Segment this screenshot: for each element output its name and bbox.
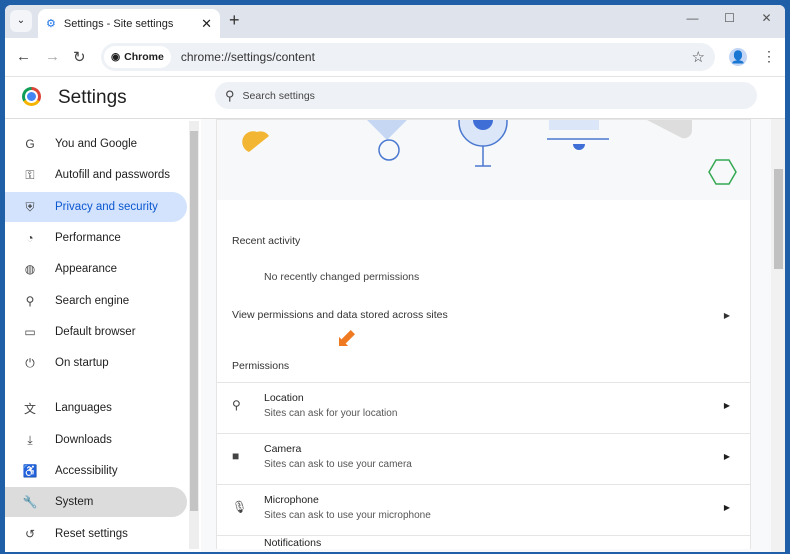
maximize-button[interactable]: ☐ (711, 11, 748, 25)
permission-row-microphone[interactable]: 🎙 Microphone Sites can ask to use your mic… (217, 484, 750, 535)
permission-title: Microphone (264, 494, 319, 506)
new-tab-button[interactable]: + (229, 10, 240, 31)
arrow-right-icon: ▶ (723, 503, 730, 512)
arrow-right-icon: ▶ (723, 452, 730, 461)
bookmark-star-icon[interactable]: ☆ (692, 48, 705, 66)
site-info-chip[interactable]: ◉ Chrome (104, 46, 171, 68)
sidebar-item-you-and-google[interactable]: G You and Google (5, 129, 187, 159)
settings-header: Settings ⚲ Search settings (5, 77, 785, 119)
sidebar-item-label: Autofill and passwords (55, 169, 171, 181)
sidebar-item-label: Appearance (55, 263, 118, 275)
permission-title: Camera (264, 443, 302, 455)
sidebar-item-privacy-and-security[interactable]: ⛨ Privacy and security (5, 192, 187, 222)
site-settings-card: Recent activity No recently changed perm… (216, 97, 751, 549)
sidebar-item-label: Reset settings (55, 528, 128, 540)
sidebar-icon: ↺ (24, 527, 36, 541)
view-permissions-label: View permissions and data stored across … (232, 309, 448, 321)
sidebar-item-label: You and Google (55, 138, 138, 150)
chrome-logo (22, 87, 41, 106)
search-placeholder: Search settings (242, 89, 315, 102)
gear-icon: ⚙ (46, 18, 56, 30)
arrow-right-icon: ▶ (723, 311, 730, 320)
permission-row-location[interactable]: ⚲ Location Sites can ask for your location… (217, 382, 750, 433)
sidebar-item-on-startup[interactable]: ⏻ On startup (5, 348, 187, 378)
close-tab-icon[interactable]: ✕ (201, 16, 212, 32)
sidebar-item-label: Privacy and security (55, 201, 158, 213)
sidebar-icon: ⏻ (25, 355, 35, 370)
address-bar[interactable]: ◉ Chrome chrome://settings/content ☆ (101, 43, 715, 71)
permission-title: Location (264, 392, 304, 404)
sidebar-item-languages[interactable]: 文 Languages (5, 393, 187, 423)
microphone-icon: 🎙 (232, 500, 248, 514)
main-content: Recent activity No recently changed perm… (201, 97, 785, 552)
sidebar-item-label: Default browser (55, 326, 136, 338)
search-icon: ⚲ (225, 87, 235, 103)
chrome-icon: ◉ (111, 51, 121, 63)
profile-avatar[interactable]: 👤 (729, 48, 747, 66)
main-scrollbar[interactable] (771, 119, 785, 552)
sidebar-icon: ▭ (24, 325, 36, 339)
no-recent-text: No recently changed permissions (264, 271, 420, 283)
sidebar-item-label: Performance (55, 232, 121, 244)
browser-window: ⌄ ⚙ Settings - Site settings ✕ + — ☐ ✕ ←… (5, 5, 785, 552)
menu-icon[interactable]: ⋮ (762, 48, 776, 65)
sidebar-icon: 🔧 (22, 495, 38, 509)
sidebar-icon: 文 (23, 401, 36, 416)
camera-icon: ■ (232, 449, 240, 463)
sidebar-item-appearance[interactable]: ◍ Appearance (5, 254, 187, 284)
sidebar-icon: ◔ (26, 231, 34, 245)
sidebar-item-label: Languages (55, 402, 112, 414)
back-button[interactable]: ← (16, 48, 31, 65)
tab-title: Settings - Site settings (63, 17, 174, 30)
sidebar-item-label: On startup (55, 357, 109, 369)
permission-subtitle: Sites can ask to use your microphone (264, 510, 431, 521)
location-icon: ⚲ (232, 398, 241, 412)
forward-button[interactable]: → (45, 48, 60, 65)
illustration-banner (217, 97, 750, 200)
recent-activity-heading: Recent activity (232, 235, 301, 247)
sidebar-item-autofill-and-passwords[interactable]: ⚿ Autofill and passwords (5, 160, 187, 190)
permission-subtitle: Sites can ask for your location (264, 408, 398, 419)
sidebar-icon: ⤓ (27, 432, 33, 447)
permission-title: Notifications (264, 537, 322, 549)
tab-search-button[interactable]: ⌄ (10, 10, 32, 32)
tab-strip: ⌄ ⚙ Settings - Site settings ✕ + — ☐ ✕ (5, 5, 785, 38)
sidebar-item-performance[interactable]: ◔ Performance (5, 223, 187, 253)
permission-row-notifications[interactable]: Notifications (217, 535, 750, 549)
close-window-button[interactable]: ✕ (748, 11, 785, 25)
page-title: Settings (58, 87, 127, 108)
sidebar-icon: ♿ (22, 464, 38, 478)
arrow-right-icon: ▶ (723, 401, 730, 410)
permission-subtitle: Sites can ask to use your camera (264, 459, 412, 470)
sidebar-item-default-browser[interactable]: ▭ Default browser (5, 317, 187, 347)
permissions-illustration (242, 97, 737, 185)
chip-label: Chrome (124, 51, 164, 63)
view-permissions-row[interactable]: View permissions and data stored across … (217, 302, 750, 330)
sidebar-scrollbar[interactable] (189, 121, 199, 549)
sidebar-item-system[interactable]: 🔧 System (5, 487, 187, 517)
permissions-heading: Permissions (232, 360, 290, 372)
permission-row-camera[interactable]: ■ Camera Sites can ask to use your camera ▶ (217, 433, 750, 484)
sidebar-item-accessibility[interactable]: ♿ Accessibility (5, 456, 187, 486)
sidebar-icon: ⚲ (25, 294, 35, 308)
toolbar: ← → ↻ ◉ Chrome chrome://settings/content … (5, 38, 785, 77)
sidebar-item-downloads[interactable]: ⤓ Downloads (5, 425, 187, 455)
sidebar-item-label: Search engine (55, 295, 130, 307)
sidebar-icon: ⚿ (25, 167, 35, 182)
sidebar-item-label: Downloads (55, 434, 112, 446)
reload-button[interactable]: ↻ (73, 48, 86, 66)
sidebar-icon: G (25, 137, 35, 151)
sidebar: G You and Google ⚿ Autofill and passwords ⛨ P… (5, 119, 201, 552)
tab-settings[interactable]: ⚙ Settings - Site settings ✕ (38, 9, 220, 38)
search-input[interactable]: ⚲ Search settings (215, 82, 757, 109)
sidebar-item-reset-settings[interactable]: ↺ Reset settings (5, 519, 187, 549)
sidebar-item-label: Accessibility (55, 465, 118, 477)
minimize-button[interactable]: — (674, 11, 711, 25)
sidebar-icon: ◍ (24, 262, 36, 276)
sidebar-icon: ⛨ (25, 199, 35, 214)
sidebar-item-search-engine[interactable]: ⚲ Search engine (5, 286, 187, 316)
sidebar-item-label: System (55, 496, 94, 508)
url-text[interactable]: chrome://settings/content (181, 50, 315, 64)
